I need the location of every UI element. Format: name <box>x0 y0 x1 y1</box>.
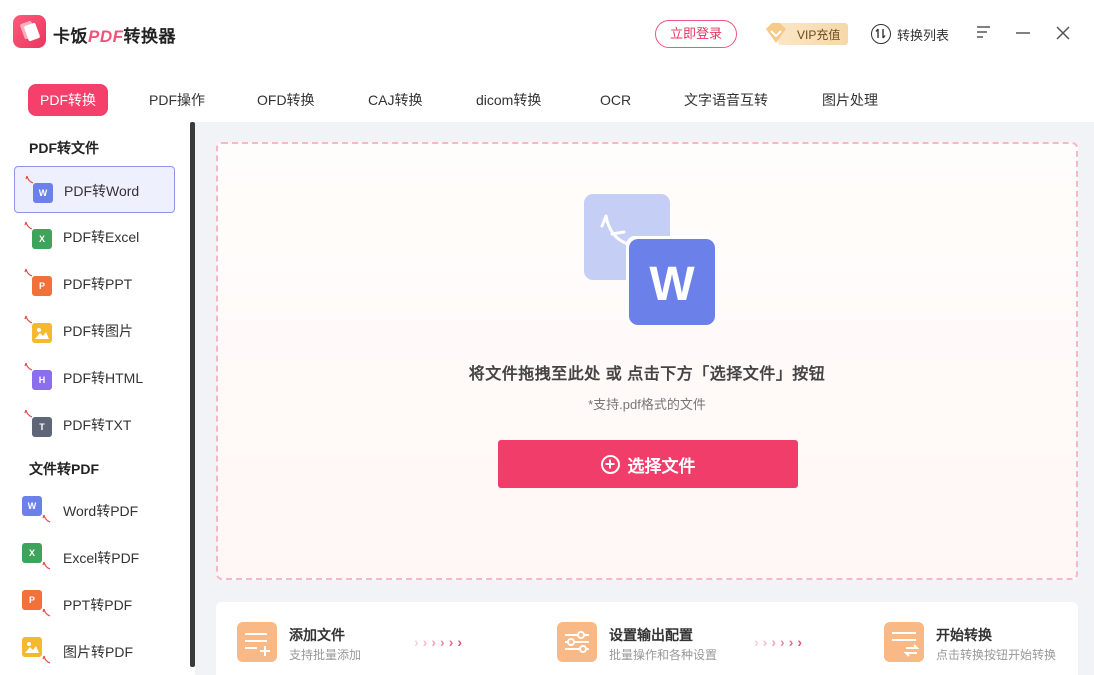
sidebar-item-label: PDF转图片 <box>63 323 133 339</box>
top-tabs: PDF转换 PDF操作 OFD转换 CAJ转换 dicom转换 OCR 文字语音… <box>0 70 1094 122</box>
word-icon: W <box>22 496 42 516</box>
sidebar: PDF转文件 W PDF转Word X PDF转Excel P PDF转PPT … <box>0 122 190 675</box>
sidebar-item-pdf-to-image[interactable]: PDF转图片 <box>14 307 175 354</box>
vip-label: VIP充值 <box>797 28 841 42</box>
vip-diamond-icon <box>766 23 786 43</box>
app-logo-icon <box>13 15 46 48</box>
image-icon <box>32 323 52 343</box>
pdf-mark-icon <box>42 514 51 523</box>
excel-icon: X <box>22 543 42 563</box>
ppt-icon: P <box>22 590 42 610</box>
excel-icon: X <box>32 229 52 249</box>
step-title: 设置输出配置 <box>609 627 693 643</box>
sidebar-item-pdf-to-ppt[interactable]: P PDF转PPT <box>14 260 175 307</box>
settings-sliders-icon <box>557 622 597 662</box>
sidebar-item-word-to-pdf[interactable]: W Word转PDF <box>14 487 175 534</box>
sidebar-item-label: PDF转PPT <box>63 276 133 292</box>
word-icon: W <box>33 183 53 203</box>
tab-pdf-convert[interactable]: PDF转换 <box>28 84 108 116</box>
hero-letter: W <box>649 258 695 311</box>
select-file-button[interactable]: 选择文件 <box>498 440 798 488</box>
sidebar-item-label: PDF转Word <box>64 183 140 199</box>
convert-list-icon <box>871 24 891 44</box>
pdf-to-word-hero-icon: W <box>584 194 716 326</box>
steps-panel: 添加文件 支持批量添加 ›››››› 设置输出配置 批量操作和各种设置 ››››… <box>216 602 1078 675</box>
sidebar-item-label: Excel转PDF <box>63 550 140 566</box>
vip-recharge-button[interactable]: VIP充值 <box>760 21 848 47</box>
step-desc: 批量操作和各种设置 <box>609 648 718 662</box>
tab-caj-convert[interactable]: CAJ转换 <box>368 84 422 116</box>
close-icon[interactable] <box>1053 22 1073 44</box>
step-arrows-2: ›››››› <box>754 634 807 650</box>
select-file-label: 选择文件 <box>627 456 696 476</box>
html-icon: H <box>32 370 52 390</box>
file-dropzone[interactable]: W 将文件拖拽至此处 或 点击下方「选择文件」按钮 *支持.pdf格式的文件 选… <box>216 142 1078 580</box>
sidebar-item-pdf-to-txt[interactable]: T PDF转TXT <box>14 401 175 448</box>
step-title: 开始转换 <box>936 627 992 643</box>
sidebar-item-image-to-pdf[interactable]: 图片转PDF <box>14 628 175 675</box>
sidebar-item-label: PDF转Excel <box>63 229 140 245</box>
tab-ocr[interactable]: OCR <box>600 84 631 116</box>
convert-list-button[interactable]: 转换列表 <box>871 23 949 45</box>
sidebar-item-label: Word转PDF <box>63 503 139 519</box>
app-title: 卡饭PDF转换器 <box>53 22 176 47</box>
title-bar: 卡饭PDF转换器 立即登录 VIP充值 转换列表 <box>0 0 1094 70</box>
login-button[interactable]: 立即登录 <box>655 20 737 48</box>
sidebar-item-label: PDF转TXT <box>63 417 132 433</box>
step-arrows-1: ›››››› <box>414 634 467 650</box>
tab-text-speech[interactable]: 文字语音互转 <box>684 84 768 116</box>
sidebar-item-label: PDF转HTML <box>63 370 144 386</box>
sidebar-item-label: PPT转PDF <box>63 597 133 613</box>
txt-icon: T <box>32 417 52 437</box>
sidebar-item-pdf-to-word[interactable]: W PDF转Word <box>14 166 175 213</box>
sidebar-item-label: 图片转PDF <box>63 644 133 660</box>
app-title-prefix: 卡饭 <box>53 27 88 46</box>
pdf-mark-icon <box>42 655 51 664</box>
image-icon <box>22 637 42 657</box>
ppt-icon: P <box>32 276 52 296</box>
pdf-mark-icon <box>42 561 51 570</box>
sidebar-item-pdf-to-html[interactable]: H PDF转HTML <box>14 354 175 401</box>
main-area: W 将文件拖拽至此处 或 点击下方「选择文件」按钮 *支持.pdf格式的文件 选… <box>195 122 1094 675</box>
supported-format-hint: *支持.pdf格式的文件 <box>588 397 706 412</box>
sidebar-section-file-to-pdf: 文件转PDF <box>29 461 99 477</box>
add-file-icon <box>237 622 277 662</box>
convert-icon <box>884 622 924 662</box>
menu-icon[interactable] <box>974 22 994 44</box>
step-desc: 支持批量添加 <box>289 648 362 662</box>
step-title: 添加文件 <box>289 627 345 643</box>
app-title-suffix: 转换器 <box>123 27 176 46</box>
step-desc: 点击转换按钮开始转换 <box>936 648 1057 662</box>
sidebar-item-pdf-to-excel[interactable]: X PDF转Excel <box>14 213 175 260</box>
tab-image-process[interactable]: 图片处理 <box>822 84 878 116</box>
tab-pdf-operate[interactable]: PDF操作 <box>149 84 205 116</box>
sidebar-item-ppt-to-pdf[interactable]: P PPT转PDF <box>14 581 175 628</box>
plus-circle-icon <box>600 454 620 474</box>
convert-list-label: 转换列表 <box>897 27 950 43</box>
app-title-accent: PDF <box>88 27 124 46</box>
drop-instruction: 将文件拖拽至此处 或 点击下方「选择文件」按钮 <box>468 366 826 383</box>
sidebar-section-pdf-to-file: PDF转文件 <box>29 140 99 156</box>
tab-dicom-convert[interactable]: dicom转换 <box>476 84 541 116</box>
pdf-mark-icon <box>42 608 51 617</box>
minimize-icon[interactable] <box>1013 22 1033 44</box>
tab-ofd-convert[interactable]: OFD转换 <box>257 84 315 116</box>
sidebar-item-excel-to-pdf[interactable]: X Excel转PDF <box>14 534 175 581</box>
